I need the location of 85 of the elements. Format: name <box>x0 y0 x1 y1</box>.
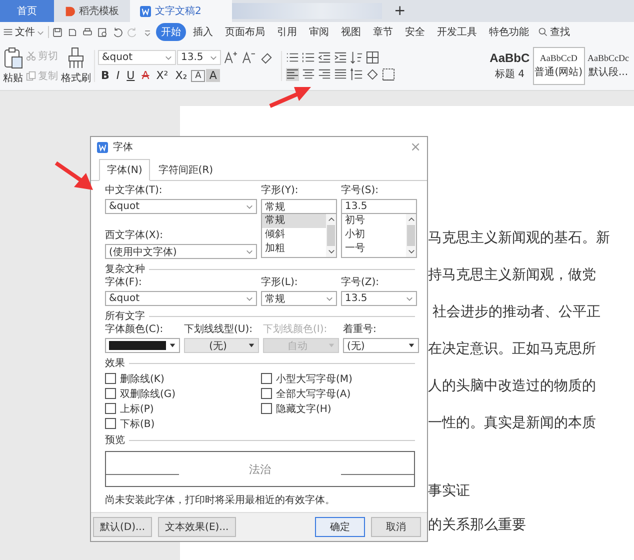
format-button[interactable]: B <box>98 69 112 82</box>
menu-tab[interactable]: 审阅 <box>304 23 334 41</box>
format-button[interactable]: X₂ <box>172 69 190 82</box>
style-preset[interactable]: AaBbCcD 普通(网站) <box>532 47 584 85</box>
font-dropdown[interactable]: &quot <box>105 199 257 214</box>
menu-tab[interactable]: 开发工具 <box>432 23 482 41</box>
format-button[interactable]: I <box>113 69 123 82</box>
field-label: 字号(S): <box>341 185 380 197</box>
document-text: 持马克思主义新闻观，做党 <box>428 267 597 283</box>
new-tab-button[interactable]: + <box>382 0 418 22</box>
menu-tab[interactable]: 视图 <box>336 23 366 41</box>
list-option[interactable]: 倾斜 <box>262 228 326 242</box>
document-text: 事实证 <box>428 483 471 499</box>
style-preset[interactable]: AaBbC 标题 4 <box>488 47 532 85</box>
section-heading: 预览 <box>105 434 125 447</box>
checkbox[interactable]: 全部大写字母(A) <box>261 387 413 400</box>
field-label: 中文字体(T): <box>105 185 164 197</box>
field-label: 字体(F): <box>105 277 143 289</box>
format-button[interactable]: A <box>191 70 206 82</box>
checkbox[interactable]: 上标(P) <box>105 402 257 415</box>
field-label: 字体颜色(C): <box>105 324 164 336</box>
list-option[interactable]: 小初 <box>342 228 406 242</box>
dialog-tab[interactable]: 字体(N) <box>99 159 150 181</box>
checkbox[interactable]: 小型大写字母(M) <box>261 372 413 385</box>
style-preset[interactable]: AaBbCcDc 默认段... <box>586 47 631 85</box>
field-label: 字号(Z): <box>341 277 380 289</box>
dropdown[interactable]: (无) <box>343 338 419 353</box>
input-field[interactable]: 13.5 <box>341 199 417 214</box>
dropdown[interactable]: 常规 <box>261 291 337 306</box>
menu-tab[interactable]: 章节 <box>368 23 398 41</box>
menu-tab[interactable]: 页面布局 <box>220 23 270 41</box>
list-option[interactable]: 加粗 <box>262 242 326 256</box>
document-text: 马克思主义新闻观的基石。新 <box>428 230 611 246</box>
checkbox[interactable]: 删除线(K) <box>105 372 257 385</box>
format-button[interactable]: A <box>138 69 152 82</box>
checkbox[interactable]: 隐藏文字(H) <box>261 402 413 415</box>
preview-text: 法治 <box>249 462 271 476</box>
font-dropdown[interactable]: (使用中文字体) <box>105 244 257 259</box>
document-text: 的关系那么重要 <box>428 517 527 533</box>
dialog-title: 字体 <box>113 140 133 154</box>
field-label: 字形(Y): <box>261 185 300 197</box>
format-button[interactable]: U <box>124 69 138 82</box>
menu-tab[interactable]: 引用 <box>272 23 302 41</box>
dropdown[interactable]: (无) <box>184 338 259 353</box>
format-button[interactable]: A <box>206 69 220 82</box>
info-text: 尚未安装此字体，打印时将采用最相近的有效字体。 <box>105 494 336 507</box>
document-text: 在决定意识。正如马克思所 <box>428 341 597 357</box>
menu-tab[interactable]: 安全 <box>400 23 430 41</box>
font-name-field[interactable]: &quot <box>98 50 176 65</box>
font-size-field[interactable]: 13.5 <box>177 50 221 65</box>
dropdown[interactable]: 13.5 <box>341 291 417 306</box>
dialog-button[interactable]: 默认(D)... <box>93 517 152 537</box>
section-heading: 所有文字 <box>105 310 145 323</box>
document-text: 一性的。真实是新闻的本质 <box>428 415 597 431</box>
menu-tab[interactable]: 开始 <box>156 23 186 41</box>
list-option[interactable]: 初号 <box>342 214 406 228</box>
field-label: 下划线颜色(I): <box>263 324 328 336</box>
dropdown[interactable]: &quot <box>105 291 257 306</box>
dialog-tab[interactable]: 字符间距(R) <box>150 159 222 181</box>
document-text: 人的头脑中改造过的物质的 <box>428 378 597 394</box>
checkbox[interactable]: 下标(B) <box>105 417 257 430</box>
browser-tab[interactable]: 首页 <box>0 0 54 22</box>
browser-tab[interactable]: 文字文稿2 <box>130 0 232 22</box>
search-button[interactable]: 查找 <box>538 25 570 39</box>
dialog-button[interactable]: 取消 <box>371 517 421 537</box>
list-option[interactable]: 常规 <box>262 214 326 228</box>
section-heading: 复杂文种 <box>105 262 145 276</box>
section-heading: 效果 <box>105 357 125 370</box>
format-painter-button[interactable]: 格式刷 <box>61 47 91 85</box>
paste-button[interactable]: 粘贴 <box>3 47 23 85</box>
dialog-button[interactable]: 文本效果(E)... <box>158 517 236 537</box>
dialog-button[interactable]: 确定 <box>315 517 365 537</box>
menu-tab[interactable]: 特色功能 <box>484 23 534 41</box>
field-label: 下划线线型(U): <box>184 324 254 336</box>
list-option[interactable]: 一号 <box>342 242 406 256</box>
file-menu[interactable]: 文件 <box>3 25 44 39</box>
menu-tab[interactable]: 插入 <box>188 23 218 41</box>
field-label: 着重号: <box>343 324 378 336</box>
document-text: 社会进步的推动者、公平正 <box>431 304 602 320</box>
format-button[interactable]: X² <box>153 69 172 82</box>
input-field[interactable]: 常规 <box>261 199 337 214</box>
field-label: 字形(L): <box>261 277 299 289</box>
browser-tab[interactable]: 稻壳模板 <box>54 0 130 22</box>
checkbox[interactable]: 双删除线(G) <box>105 387 257 400</box>
field-label: 西文字体(X): <box>105 230 164 242</box>
